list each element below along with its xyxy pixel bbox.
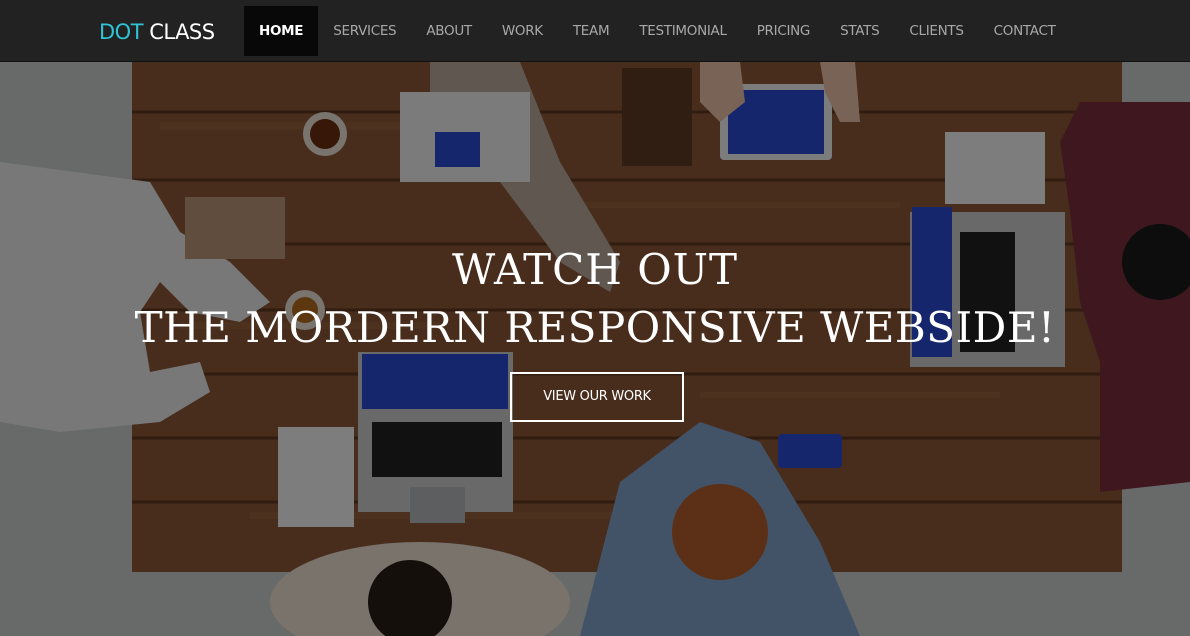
nav-item-work[interactable]: WORK	[487, 6, 558, 56]
brand-logo[interactable]: DOT CLASS	[99, 18, 215, 46]
nav-item-testimonial[interactable]: TESTIMONIAL	[624, 6, 741, 56]
main-nav: HOME SERVICES ABOUT WORK TEAM TESTIMONIA…	[244, 6, 1071, 56]
view-our-work-button[interactable]: VIEW OUR WORK	[510, 372, 684, 422]
nav-item-stats[interactable]: STATS	[825, 6, 894, 56]
nav-item-services[interactable]: SERVICES	[318, 6, 411, 56]
navbar: DOT CLASS HOME SERVICES ABOUT WORK TEAM …	[0, 0, 1190, 62]
brand-logo-part1: DOT	[99, 20, 144, 44]
nav-item-team[interactable]: TEAM	[558, 6, 624, 56]
brand-logo-part2: CLASS	[149, 20, 215, 44]
hero-title-line1: WATCH OUT	[451, 245, 739, 294]
hero-section: WATCH OUT THE MORDERN RESPONSIVE WEBSIDE…	[0, 62, 1190, 636]
page: DOT CLASS HOME SERVICES ABOUT WORK TEAM …	[0, 0, 1190, 636]
nav-item-contact[interactable]: CONTACT	[979, 6, 1071, 56]
nav-item-about[interactable]: ABOUT	[411, 6, 487, 56]
hero-title-line2: THE MORDERN RESPONSIVE WEBSIDE!	[134, 303, 1056, 352]
nav-item-home[interactable]: HOME	[244, 6, 319, 56]
nav-item-clients[interactable]: CLIENTS	[894, 6, 978, 56]
nav-item-pricing[interactable]: PRICING	[742, 6, 825, 56]
